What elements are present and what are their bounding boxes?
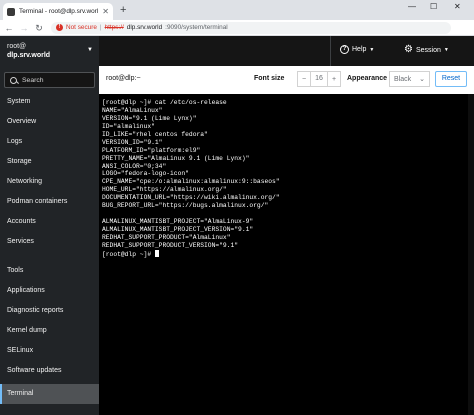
help-icon: ? — [340, 45, 349, 54]
terminal-line: PRETTY_NAME="AlmaLinux 9.1 (Lime Lynx)" — [102, 154, 250, 162]
gear-icon: ⚙ — [404, 44, 413, 55]
session-label: Session — [415, 46, 441, 54]
browser-tab-title: Terminal - root@dlp.srv.world — [19, 8, 99, 15]
sidebar-item-storage[interactable]: Storage — [0, 152, 99, 172]
font-size-value[interactable]: 16 — [310, 72, 328, 86]
address-path: :9090/system/terminal — [165, 24, 228, 31]
sidebar-item-kernel-dump[interactable]: Kernel dump — [0, 321, 99, 341]
terminal-line: ANSI_COLOR="0;34" — [102, 162, 167, 170]
terminal-line: ID_LIKE="rhel centos fedora" — [102, 130, 208, 138]
terminal-line: REDHAT_SUPPORT_PRODUCT="AlmaLinux" — [102, 233, 231, 241]
window-close-button[interactable]: ✕ — [454, 2, 461, 12]
back-arrow-icon[interactable]: ← — [4, 23, 14, 33]
new-tab-button[interactable]: + — [120, 4, 126, 16]
terminal-line: VERSION_ID="9.1" — [102, 138, 163, 146]
window-maximize-button[interactable]: ☐ — [430, 2, 437, 12]
help-button[interactable]: ? Help ▼ — [340, 45, 374, 54]
search-placeholder: Search — [22, 76, 44, 84]
address-separator: | — [99, 24, 102, 31]
terminal-line: VERSION="9.1 (Lime Lynx)" — [102, 114, 197, 122]
terminal-line: LOGO="fedora-logo-icon" — [102, 170, 189, 178]
forward-arrow-icon[interactable]: → — [19, 23, 29, 33]
terminal-line: ALMALINUX_MANTISBT_PROJECT="AlmaLinux-9" — [102, 218, 254, 226]
sidebar-item-system[interactable]: System — [0, 92, 99, 112]
terminal-line: PLATFORM_ID="platform:el9" — [102, 146, 201, 154]
sidebar-item-terminal[interactable]: Terminal — [0, 384, 99, 404]
terminal-line: CPE_NAME="cpe:/o:almalinux:almalinux:9::… — [102, 178, 280, 186]
sidebar: Search System Overview Logs Storage Netw… — [0, 66, 99, 415]
host-user: root@ — [7, 43, 27, 50]
caret-down-icon: ▼ — [87, 47, 93, 53]
terminal-title: root@dlp:~ — [106, 75, 141, 82]
appearance-select[interactable]: Black ⌄ — [389, 71, 430, 87]
terminal-page: root@dlp:~ Font size − 16 + Appearance B… — [99, 66, 474, 415]
terminal-line: DOCUMENTATION_URL="https://wiki.almalinu… — [102, 194, 280, 202]
font-size-stepper: − 16 + — [297, 71, 341, 87]
terminal-line: ID="almalinux" — [102, 122, 155, 130]
reload-icon[interactable]: ↻ — [34, 23, 44, 33]
terminal-line: NAME="AlmaLinux" — [102, 106, 163, 114]
terminal-cursor — [154, 249, 159, 257]
not-secure-label: Not secure — [66, 24, 97, 31]
host-switcher[interactable]: root@ dlp.srv.world ▼ — [0, 36, 99, 66]
search-input[interactable]: Search — [4, 72, 95, 88]
browser-tab[interactable]: Terminal - root@dlp.srv.world ✕ — [3, 3, 113, 20]
address-host: dlp.srv.world — [126, 24, 163, 31]
appearance-value: Black — [394, 75, 412, 83]
sidebar-item-services[interactable]: Services — [0, 232, 99, 252]
host-name: dlp.srv.world — [7, 52, 51, 59]
terminal-line: HOME_URL="https://almalinux.org/" — [102, 186, 227, 194]
font-size-decrease-button[interactable]: − — [298, 76, 310, 83]
header-divider — [330, 36, 331, 66]
browser-tab-bar: Terminal - root@dlp.srv.world ✕ + — ☐ ✕ — [0, 0, 474, 20]
terminal-line: [root@dlp ~]# cat /etc/os-release — [102, 99, 227, 106]
terminal-prompt-line: [root@dlp ~]# — [102, 249, 471, 258]
address-scheme: https:// — [104, 24, 124, 31]
terminal-scrollbar[interactable] — [468, 94, 474, 415]
sidebar-item-overview[interactable]: Overview — [0, 112, 99, 132]
sidebar-item-selinux[interactable]: SELinux — [0, 341, 99, 361]
appearance-label: Appearance — [347, 75, 388, 82]
terminal-toolbar: root@dlp:~ Font size − 16 + Appearance B… — [99, 66, 474, 94]
app-header: root@ dlp.srv.world ▼ ? Help ▼ ⚙ Session… — [0, 36, 474, 66]
window-minimize-button[interactable]: — — [408, 2, 416, 12]
font-size-label: Font size — [254, 75, 285, 82]
help-label: Help — [352, 46, 367, 53]
help-caret-icon: ▼ — [369, 46, 375, 53]
sidebar-item-software-updates[interactable]: Software updates — [0, 361, 99, 381]
reset-button[interactable]: Reset — [435, 71, 467, 87]
chevron-down-icon: ⌄ — [419, 76, 425, 83]
sidebar-item-logs[interactable]: Logs — [0, 132, 99, 152]
session-caret-icon: ▼ — [443, 47, 449, 53]
browser-toolbar: ← → ↻ ! Not secure | https://dlp.srv.wor… — [0, 20, 474, 36]
terminal-favicon-icon — [7, 7, 15, 16]
terminal-line: ALMALINUX_MANTISBT_PROJECT_VERSION="9.1" — [102, 226, 254, 233]
terminal-screen[interactable]: [root@dlp ~]# cat /etc/os-release NAME="… — [99, 94, 474, 415]
terminal-line: BUG_REPORT_URL="https://bugs.almalinux.o… — [102, 202, 269, 210]
warning-icon: ! — [56, 24, 63, 31]
session-button[interactable]: ⚙ Session ▼ — [404, 45, 449, 55]
font-size-increase-button[interactable]: + — [328, 76, 340, 83]
sidebar-item-applications[interactable]: Applications — [0, 281, 99, 301]
sidebar-item-accounts[interactable]: Accounts — [0, 212, 99, 232]
sidebar-item-networking[interactable]: Networking — [0, 172, 99, 192]
sidebar-item-podman-containers[interactable]: Podman containers — [0, 192, 99, 212]
tab-close-icon[interactable]: ✕ — [102, 7, 109, 16]
address-bar[interactable]: ! Not secure | https://dlp.srv.world:909… — [51, 21, 451, 34]
sidebar-item-tools[interactable]: Tools — [0, 261, 99, 281]
search-icon — [10, 76, 17, 84]
terminal-line: REDHAT_SUPPORT_PRODUCT_VERSION="9.1" — [102, 241, 239, 249]
terminal-prompt: [root@dlp ~]# — [102, 250, 155, 258]
sidebar-item-diagnostic-reports[interactable]: Diagnostic reports — [0, 301, 99, 321]
